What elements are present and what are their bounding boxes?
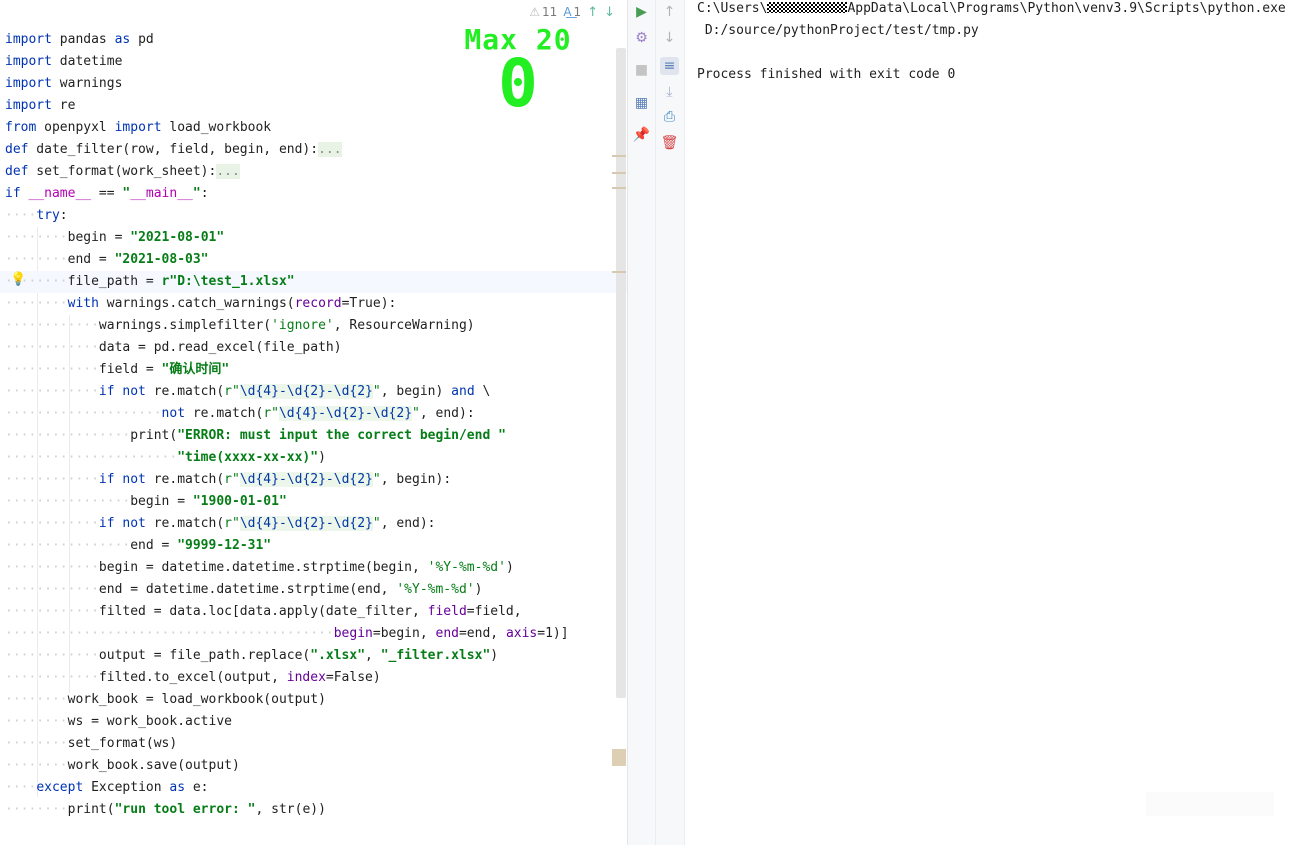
code-line[interactable]: ········work_book = load_workbook(output…	[5, 689, 627, 711]
code-line[interactable]: ············if not re.match(r"\d{4}-\d{2…	[5, 513, 627, 535]
layout-icon[interactable]: ▦	[628, 91, 655, 115]
code-line[interactable]: ············if not re.match(r"\d{4}-\d{2…	[5, 381, 627, 403]
soft-wrap-icon: ≡	[659, 57, 680, 75]
console-command-line: C:\Users\ AppData\Local\Programs\Python\v…	[697, 1, 1286, 16]
editor-scrollbar[interactable]	[616, 48, 626, 698]
code-line[interactable]: ········ws = work_book.active	[5, 711, 627, 733]
code-line[interactable]: ················begin = "1900-01-01"	[5, 491, 627, 513]
trash-icon[interactable]: 🗑	[656, 131, 683, 155]
code-line[interactable]: ············warnings.simplefilter('ignor…	[5, 315, 627, 337]
code-line[interactable]: ············output = file_path.replace("…	[5, 645, 627, 667]
code-line[interactable]: ············if not re.match(r"\d{4}-\d{2…	[5, 469, 627, 491]
scroll-marker	[612, 749, 626, 766]
typo-icon: A͟	[563, 5, 572, 19]
code-line[interactable]: ····try:	[5, 205, 627, 227]
up-arrow-icon[interactable]: ↑	[656, 0, 683, 24]
warning-triangle-icon: ⚠	[529, 5, 541, 19]
code-line[interactable]: ················end = "9999-12-31"	[5, 535, 627, 557]
code-line[interactable]: ····except Exception as e:	[5, 777, 627, 799]
run-toolbar: ▶ ⚙ ■ ▦ 📌	[628, 0, 656, 845]
code-line[interactable]: def date_filter(row, field, begin, end):…	[5, 139, 627, 161]
code-line[interactable]: ····················not re.match(r"\d{4}…	[5, 403, 627, 425]
warnings-indicator[interactable]: ⚠ 11	[529, 5, 557, 19]
soft-wrap-button[interactable]: ≡	[656, 54, 683, 78]
stop-icon[interactable]: ■	[628, 58, 655, 82]
down-arrow-icon[interactable]: ↓	[656, 26, 683, 50]
code-line[interactable]: ········set_format(ws)	[5, 733, 627, 755]
code-line[interactable]: ········file_path = r"D:\test_1.xlsx"	[0, 271, 627, 293]
gear-icon[interactable]: ⚙	[628, 26, 655, 50]
warnings-count: 11	[542, 5, 558, 19]
console-toolbar: ↑ ↓ ≡ ⤓ ⎙ 🗑	[656, 0, 685, 845]
code-editor[interactable]: ⚠ 11 A͟ 1 ↑ ↓ import pandas as pd import …	[0, 0, 627, 845]
code-line[interactable]: ············data = pd.read_excel(file_pa…	[5, 337, 627, 359]
faded-watermark	[1146, 792, 1274, 816]
console-script-path: D:/source/pythonProject/test/tmp.py	[697, 23, 979, 38]
scroll-marker	[612, 155, 626, 157]
code-line[interactable]: ········································…	[5, 623, 627, 645]
print-icon[interactable]: ⎙	[656, 105, 683, 129]
code-line[interactable]: if __name__ == "__main__":	[5, 183, 627, 205]
redacted-username	[767, 2, 848, 13]
code-line[interactable]: ············begin = datetime.datetime.st…	[5, 557, 627, 579]
score-overlay: Max 20 0	[443, 26, 593, 122]
lightbulb-icon[interactable]: 💡	[10, 272, 26, 287]
score-counter: 0	[498, 45, 538, 122]
code-line[interactable]: ············field = "确认时间"	[5, 359, 627, 381]
code-line[interactable]: ········begin = "2021-08-01"	[5, 227, 627, 249]
code-line[interactable]: ············end = datetime.datetime.strp…	[5, 579, 627, 601]
code-line[interactable]: ······················"time(xxxx-xx-xx)"…	[5, 447, 627, 469]
code-line[interactable]: ············filted.to_excel(output, inde…	[5, 667, 627, 689]
next-highlight-icon[interactable]: ↓	[604, 5, 615, 20]
run-console[interactable]: C:\Users\ AppData\Local\Programs\Python\v…	[697, 0, 1294, 845]
code-line[interactable]: ········with warnings.catch_warnings(rec…	[5, 293, 627, 315]
scroll-marker	[612, 187, 626, 189]
rerun-icon[interactable]: ▶	[628, 0, 655, 24]
code-line[interactable]: ········print("run tool error: ", str(e)…	[5, 799, 627, 821]
typos-count: 1	[573, 5, 582, 19]
code-line[interactable]: ················print("ERROR: must input…	[5, 425, 627, 447]
previous-highlight-icon[interactable]: ↑	[587, 5, 598, 20]
code-line[interactable]: ········work_book.save(output)	[5, 755, 627, 777]
scroll-marker	[612, 172, 626, 174]
code-line[interactable]: def set_format(work_sheet):...	[5, 161, 627, 183]
code-line[interactable]: ········end = "2021-08-03"	[5, 249, 627, 271]
pin-icon[interactable]: 📌	[628, 123, 655, 147]
code-line[interactable]: ············filted = data.loc[data.apply…	[5, 601, 627, 623]
code-area[interactable]: import pandas as pd import datetime import…	[0, 29, 627, 821]
console-exit-message: Process finished with exit code 0	[697, 67, 956, 82]
scroll-marker	[612, 271, 626, 273]
scroll-to-end-icon[interactable]: ⤓	[656, 80, 683, 104]
typos-indicator[interactable]: A͟ 1	[563, 5, 581, 19]
inspection-widget[interactable]: ⚠ 11 A͟ 1 ↑ ↓	[529, 2, 615, 22]
